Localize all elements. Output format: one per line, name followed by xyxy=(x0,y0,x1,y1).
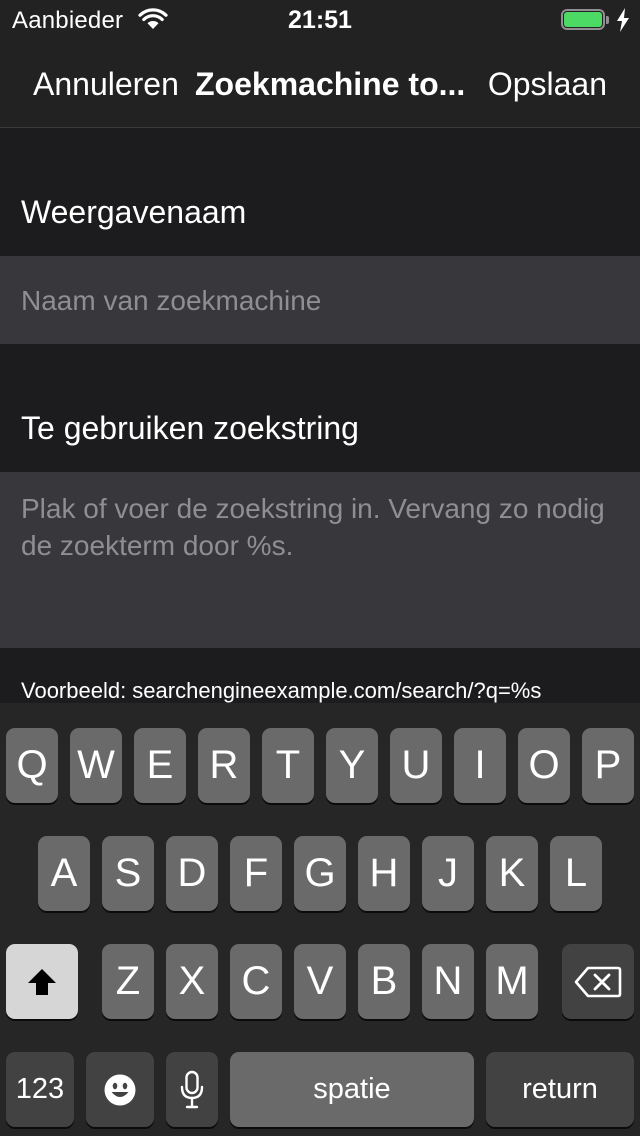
name-label: Weergavenaam xyxy=(21,194,247,230)
battery-level xyxy=(564,12,602,27)
name-placeholder: Naam van zoekmachine xyxy=(21,285,322,316)
key-e[interactable]: E xyxy=(134,728,186,803)
key-r[interactable]: R xyxy=(198,728,250,803)
key-w[interactable]: W xyxy=(70,728,122,803)
key-x[interactable]: X xyxy=(166,944,218,1019)
return-key[interactable]: return xyxy=(486,1052,634,1127)
example-text: Voorbeeld: searchengineexample.com/searc… xyxy=(21,678,542,703)
key-c[interactable]: C xyxy=(230,944,282,1019)
status-bar: Aanbieder 21:51 xyxy=(0,0,640,40)
screen: Aanbieder 21:51 Annuleren Zoekmachine to… xyxy=(0,0,640,1136)
key-u[interactable]: U xyxy=(390,728,442,803)
charging-bolt-icon xyxy=(617,8,629,32)
key-b[interactable]: B xyxy=(358,944,410,1019)
key-a[interactable]: A xyxy=(38,836,90,911)
key-y[interactable]: Y xyxy=(326,728,378,803)
key-p[interactable]: P xyxy=(582,728,634,803)
cancel-button[interactable]: Annuleren xyxy=(33,66,179,103)
key-j[interactable]: J xyxy=(422,836,474,911)
key-s[interactable]: S xyxy=(102,836,154,911)
battery-charging-icon xyxy=(561,9,609,31)
key-l[interactable]: L xyxy=(550,836,602,911)
key-n[interactable]: N xyxy=(422,944,474,1019)
key-z[interactable]: Z xyxy=(102,944,154,1019)
key-v[interactable]: V xyxy=(294,944,346,1019)
key-g[interactable]: G xyxy=(294,836,346,911)
save-button[interactable]: Opslaan xyxy=(488,66,607,103)
status-time: 21:51 xyxy=(288,6,352,34)
key-i[interactable]: I xyxy=(454,728,506,803)
shift-key[interactable] xyxy=(6,944,78,1019)
search-string-placeholder: Plak of voer de zoekstring in. Vervang z… xyxy=(21,493,605,561)
shift-icon xyxy=(28,968,56,995)
key-f[interactable]: F xyxy=(230,836,282,911)
dictation-key[interactable] xyxy=(166,1052,218,1127)
key-d[interactable]: D xyxy=(166,836,218,911)
backspace-icon xyxy=(574,966,622,997)
emoji-icon xyxy=(104,1074,136,1105)
key-h[interactable]: H xyxy=(358,836,410,911)
keyboard: QWERTYUIOP ASDFGHJKL ZXCVBNM 123 spatie … xyxy=(0,703,640,1136)
numbers-key[interactable]: 123 xyxy=(6,1052,74,1127)
page-title: Zoekmachine to... xyxy=(195,66,466,102)
search-string-field[interactable]: Plak of voer de zoekstring in. Vervang z… xyxy=(0,472,640,648)
key-k[interactable]: K xyxy=(486,836,538,911)
key-t[interactable]: T xyxy=(262,728,314,803)
navigation-bar: Annuleren Zoekmachine to... Opslaan xyxy=(0,40,640,128)
search-string-label: Te gebruiken zoekstring xyxy=(21,410,359,446)
key-m[interactable]: M xyxy=(486,944,538,1019)
microphone-icon xyxy=(180,1070,204,1108)
key-q[interactable]: Q xyxy=(6,728,58,803)
space-key[interactable]: spatie xyxy=(230,1052,474,1127)
backspace-key[interactable] xyxy=(562,944,634,1019)
name-field[interactable]: Naam van zoekmachine xyxy=(0,256,640,344)
emoji-key[interactable] xyxy=(86,1052,154,1127)
key-o[interactable]: O xyxy=(518,728,570,803)
